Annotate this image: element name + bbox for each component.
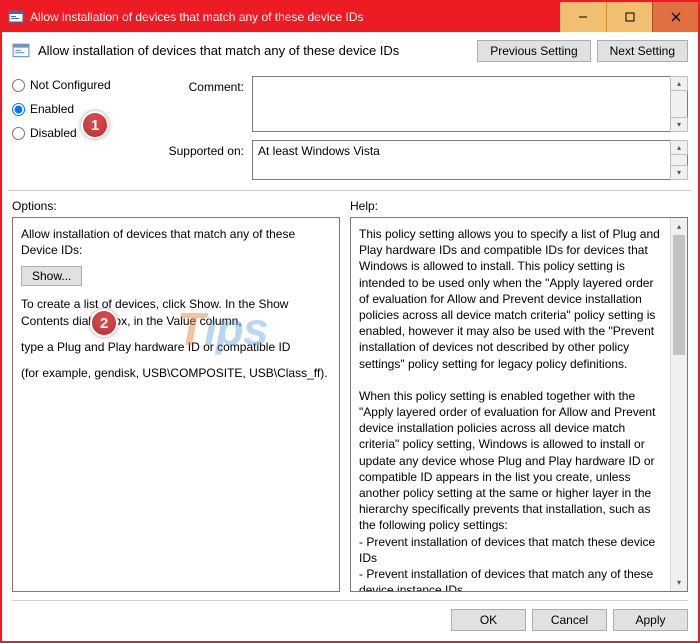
radio-disabled[interactable]: Disabled	[12, 126, 152, 140]
minimize-button[interactable]	[560, 2, 606, 32]
next-setting-button[interactable]: Next Setting	[597, 40, 688, 62]
policy-header-icon	[12, 42, 30, 60]
previous-setting-button[interactable]: Previous Setting	[477, 40, 590, 62]
scroll-thumb[interactable]	[673, 235, 685, 355]
scroll-down-button[interactable]: ▾	[671, 574, 687, 591]
help-pane: This policy setting allows you to specif…	[350, 217, 688, 592]
maximize-icon	[625, 12, 635, 22]
scroll-up-button[interactable]: ▴	[670, 140, 688, 155]
policy-icon	[8, 9, 24, 25]
scroll-up-button[interactable]: ▴	[671, 218, 687, 235]
chevron-up-icon: ▴	[677, 222, 681, 231]
ok-button[interactable]: OK	[451, 609, 526, 631]
scroll-track[interactable]	[671, 235, 687, 574]
options-hint-1: To create a list of devices, click Show.…	[21, 296, 331, 328]
radio-enabled[interactable]: Enabled	[12, 102, 152, 116]
state-radio-group: Not Configured Enabled Disabled	[12, 76, 152, 180]
dialog-footer: OK Cancel Apply	[12, 600, 688, 631]
scroll-down-button[interactable]: ▾	[670, 117, 688, 132]
help-text: This policy setting allows you to specif…	[359, 226, 665, 592]
help-section-label: Help:	[350, 195, 688, 217]
minimize-icon	[578, 12, 588, 22]
options-pane: Allow installation of devices that match…	[12, 217, 340, 592]
supported-on-label: Supported on:	[162, 140, 252, 158]
scroll-down-button[interactable]: ▾	[670, 165, 688, 180]
close-icon	[671, 12, 681, 22]
close-button[interactable]	[652, 2, 698, 32]
radio-not-configured[interactable]: Not Configured	[12, 78, 152, 92]
show-button[interactable]: Show...	[21, 266, 82, 286]
apply-button[interactable]: Apply	[613, 609, 688, 631]
chevron-down-icon: ▾	[677, 168, 681, 177]
comment-label: Comment:	[162, 76, 252, 94]
cancel-button[interactable]: Cancel	[532, 609, 607, 631]
radio-not-configured-input[interactable]	[12, 79, 25, 92]
scroll-up-button[interactable]: ▴	[670, 76, 688, 91]
radio-label: Disabled	[30, 126, 77, 140]
options-hint-2: type a Plug and Play hardware ID or comp…	[21, 339, 331, 355]
options-section-label: Options:	[12, 195, 340, 217]
supported-on-textbox: At least Windows Vista ▴ ▾	[252, 140, 688, 180]
chevron-up-icon: ▴	[677, 79, 681, 88]
radio-disabled-input[interactable]	[12, 127, 25, 140]
titlebar[interactable]: Allow installation of devices that match…	[2, 2, 698, 32]
comment-value	[253, 77, 670, 131]
options-list-title: Allow installation of devices that match…	[21, 226, 331, 258]
radio-label: Enabled	[30, 102, 74, 116]
chevron-down-icon: ▾	[677, 120, 681, 129]
chevron-up-icon: ▴	[677, 143, 681, 152]
window-title: Allow installation of devices that match…	[30, 10, 560, 24]
help-scrollbar[interactable]: ▴ ▾	[670, 218, 687, 591]
radio-label: Not Configured	[30, 78, 111, 92]
supported-on-value: At least Windows Vista	[253, 141, 670, 179]
maximize-button[interactable]	[606, 2, 652, 32]
window-frame: Allow installation of devices that match…	[0, 0, 700, 643]
policy-title: Allow installation of devices that match…	[38, 40, 469, 58]
radio-enabled-input[interactable]	[12, 103, 25, 116]
chevron-down-icon: ▾	[677, 578, 681, 587]
comment-textbox[interactable]: ▴ ▾	[252, 76, 688, 132]
options-hint-3: (for example, gendisk, USB\COMPOSITE, US…	[21, 365, 331, 381]
divider	[8, 190, 692, 191]
